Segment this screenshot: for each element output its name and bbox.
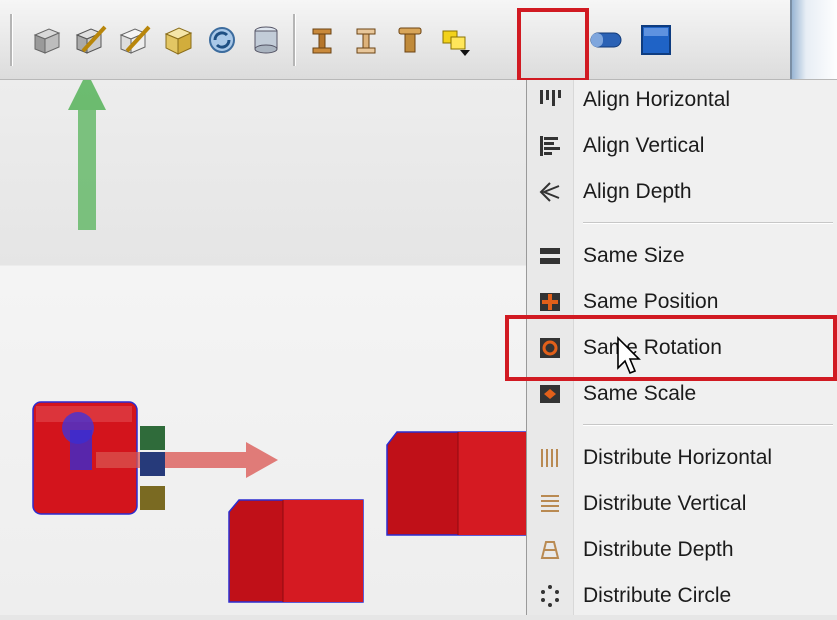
menu-item-highlight-box: [505, 315, 837, 381]
move-handle-icon[interactable]: [140, 452, 165, 476]
menu-item-distribute-horizontal[interactable]: Distribute Horizontal: [527, 438, 837, 478]
align-dropdown-button[interactable]: [436, 18, 476, 62]
edit-cube-button[interactable]: [70, 18, 110, 62]
cylinder-icon: [254, 26, 278, 54]
cylinder-button[interactable]: [246, 18, 286, 62]
blue-panel-button[interactable]: [636, 18, 676, 62]
edit-cube-outline-icon: [119, 25, 151, 54]
beam-outline-icon: [356, 28, 376, 54]
refresh-icon: [209, 27, 235, 53]
cube-yellow-icon: [164, 27, 193, 55]
beam-outline-button[interactable]: [346, 18, 386, 62]
toolbar-separator: [10, 14, 13, 66]
distribute-horizontal-icon: [527, 446, 573, 470]
cube-yellow-button[interactable]: [158, 18, 198, 62]
cube-shaded-icon: [33, 28, 61, 54]
menu-item-label: Distribute Horizontal: [583, 446, 773, 469]
menu-item-distribute-circle[interactable]: Distribute Circle: [527, 576, 837, 616]
same-position-icon: [527, 290, 573, 314]
toolbar: [0, 0, 837, 82]
menu-item-label: Same Size: [583, 244, 685, 267]
blue-panel-icon: [641, 25, 671, 55]
cube-right[interactable]: [386, 431, 531, 536]
toolbar-highlight-box: [517, 8, 589, 82]
distribute-vertical-icon: [527, 492, 573, 516]
cube-shaded-button[interactable]: [26, 18, 66, 62]
menu-item-distribute-vertical[interactable]: Distribute Vertical: [527, 484, 837, 524]
menu-item-distribute-depth[interactable]: Distribute Depth: [527, 530, 837, 570]
menu-item-label: Align Vertical: [583, 134, 705, 157]
pillar-icon: [398, 27, 422, 53]
menu-separator: [583, 222, 833, 224]
toolbar-separator: [293, 14, 296, 66]
refresh-button[interactable]: [202, 18, 242, 62]
menu-item-label: Align Horizontal: [583, 88, 731, 111]
menu-item-label: Distribute Circle: [583, 584, 732, 607]
edit-cube-icon: [75, 25, 107, 54]
align-depth-icon: [527, 180, 573, 204]
menu-item-label: Same Position: [583, 290, 719, 313]
menu-item-align-depth[interactable]: Align Depth: [527, 172, 837, 212]
rotate-handle-icon[interactable]: [140, 426, 165, 450]
menu-item-label: Distribute Vertical: [583, 492, 747, 515]
menu-item-align-vertical[interactable]: Align Vertical: [527, 126, 837, 166]
align-horizontal-icon: [527, 88, 573, 112]
menu-item-label: Same Scale: [583, 382, 697, 405]
edit-cube-outline-button[interactable]: [114, 18, 154, 62]
align-vertical-icon: [527, 134, 573, 158]
pillar-button[interactable]: [390, 18, 430, 62]
menu-item-label: Distribute Depth: [583, 538, 734, 561]
scene-canvas: [32, 72, 531, 603]
side-panel-edge: [790, 0, 837, 79]
distribute-depth-icon: [527, 538, 573, 562]
menu-item-align-horizontal[interactable]: Align Horizontal: [527, 80, 837, 120]
menu-item-label: Align Depth: [583, 180, 692, 203]
mouse-cursor-icon: [617, 336, 641, 375]
dropdown-arrow-icon: [460, 50, 470, 56]
same-size-icon: [527, 244, 573, 268]
distribute-circle-icon: [527, 584, 573, 608]
beam-button[interactable]: [302, 18, 342, 62]
cube-bottom[interactable]: [228, 499, 364, 603]
same-scale-icon: [527, 382, 573, 406]
menu-separator: [583, 424, 833, 426]
menu-item-same-size[interactable]: Same Size: [527, 236, 837, 276]
pipe-icon: [590, 32, 622, 48]
pipe-button[interactable]: [586, 18, 626, 62]
3d-viewport[interactable]: [0, 72, 531, 615]
beam-icon: [312, 28, 332, 54]
scale-handle-icon[interactable]: [140, 486, 165, 510]
gizmo-y-arrow[interactable]: [68, 72, 106, 230]
